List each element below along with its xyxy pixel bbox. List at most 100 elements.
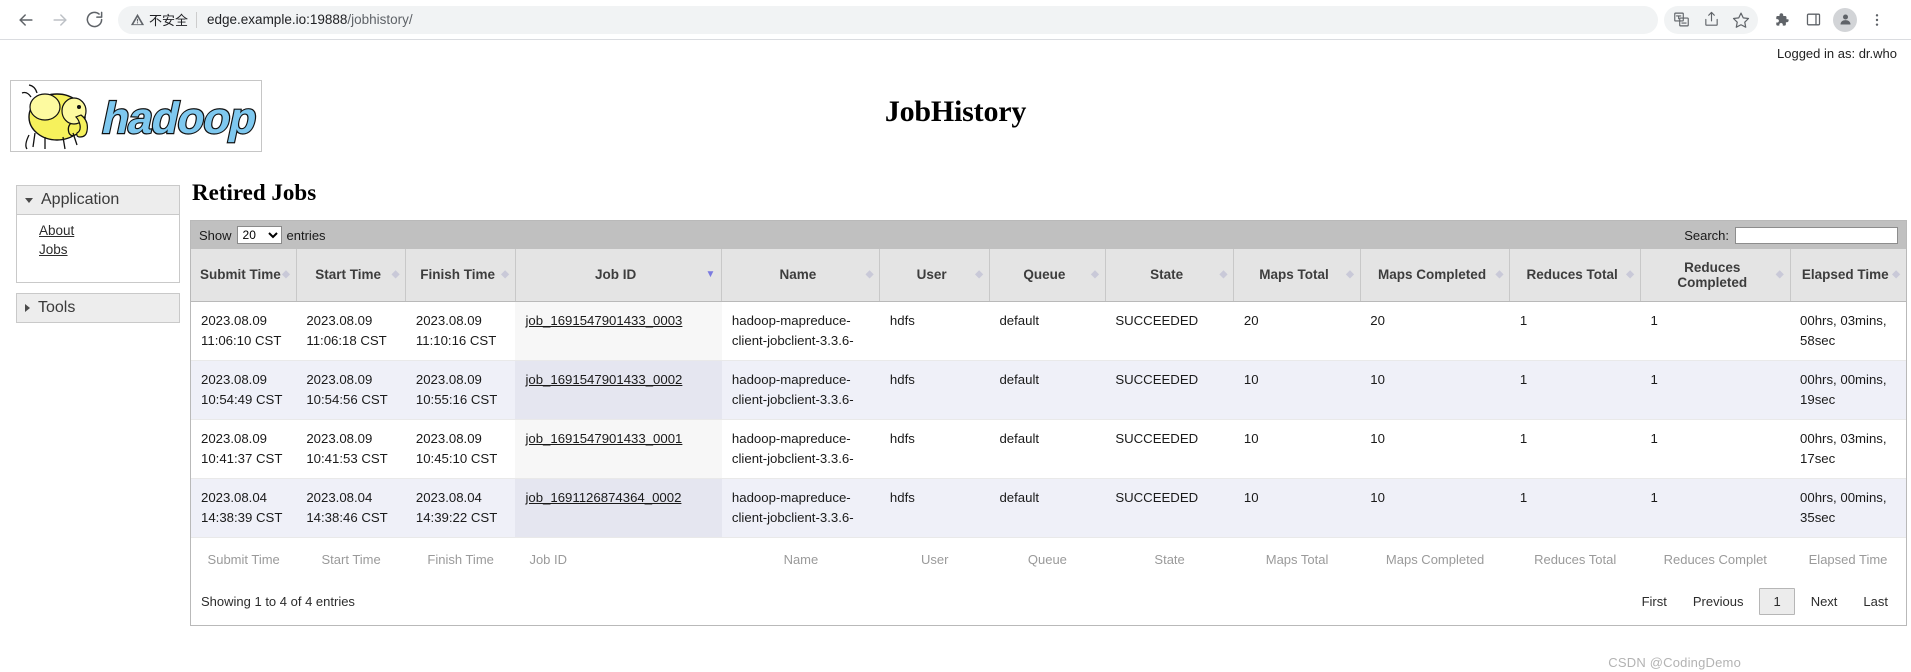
sidebar-item-jobs[interactable]: Jobs: [39, 240, 179, 259]
column-header-name[interactable]: Name ◆: [721, 249, 881, 302]
pagination-next-button[interactable]: Next: [1801, 590, 1848, 613]
column-label: State: [1150, 267, 1184, 283]
page-body: Logged in as: dr.who hadoop JobHistory A…: [0, 40, 1911, 672]
cell-reduces-total: 1: [1509, 301, 1641, 361]
column-footer-queue: Queue: [989, 536, 1106, 586]
translate-icon[interactable]: [1666, 5, 1696, 35]
column-label: Elapsed Time: [1801, 267, 1889, 283]
column-label: Reduces Completed: [1677, 259, 1748, 290]
column-label: Name: [779, 267, 817, 283]
table-row[interactable]: 2023.08.09 10:41:37 CST 2023.08.09 10:41…: [191, 419, 1906, 479]
cell-finish-time: 2023.08.09 11:10:16 CST: [405, 301, 516, 361]
sidebar-group-tools-header[interactable]: Tools: [16, 293, 180, 323]
job-id-link[interactable]: job_1691126874364_0002: [525, 490, 681, 505]
star-icon[interactable]: [1726, 5, 1756, 35]
cell-submit-time: 2023.08.09 10:54:49 CST: [191, 360, 297, 420]
column-footer-user: User: [879, 536, 990, 586]
table-row[interactable]: 2023.08.04 14:38:39 CST 2023.08.04 14:38…: [191, 478, 1906, 538]
cell-start-time: 2023.08.09 11:06:18 CST: [296, 301, 406, 361]
sort-indicator-icon: ◆: [282, 268, 290, 280]
share-icon[interactable]: [1696, 5, 1726, 35]
column-label: Maps Completed: [1378, 267, 1487, 283]
table-row[interactable]: 2023.08.09 10:54:49 CST 2023.08.09 10:54…: [191, 360, 1906, 420]
table-row[interactable]: 2023.08.09 11:06:10 CST 2023.08.09 11:06…: [191, 301, 1906, 361]
column-header-queue[interactable]: Queue ◆: [989, 249, 1106, 302]
cell-maps-total: 20: [1233, 301, 1361, 361]
column-header-elapsed-time[interactable]: Elapsed Time ◆: [1790, 249, 1906, 302]
chevron-right-icon: [25, 304, 30, 312]
column-label: Reduces Total: [1526, 267, 1618, 283]
sidebar-group-application-body: About Jobs: [16, 215, 180, 283]
cell-state: SUCCEEDED: [1105, 419, 1234, 479]
not-secure-label: 不安全: [149, 13, 189, 28]
column-header-user[interactable]: User ◆: [879, 249, 990, 302]
cell-elapsed-time: 00hrs, 03mins, 17sec: [1790, 419, 1906, 479]
cell-finish-time: 2023.08.09 10:45:10 CST: [405, 419, 516, 479]
cell-user: hdfs: [879, 301, 990, 361]
browser-action-icons: [1664, 5, 1892, 35]
entries-label: entries: [286, 227, 326, 243]
sort-indicator-icon: ◆: [865, 268, 874, 280]
datatable-toolbar: Show 20 40 60 80 100 entries Search:: [191, 221, 1906, 249]
avatar: [1833, 7, 1857, 32]
column-header-state[interactable]: State ◆: [1105, 249, 1235, 302]
job-id-link[interactable]: job_1691547901433_0002: [525, 372, 682, 387]
column-header-reduces-total[interactable]: Reduces Total ◆: [1509, 249, 1641, 302]
pagination-page-1-button[interactable]: 1: [1759, 587, 1795, 615]
cell-elapsed-time: 00hrs, 00mins, 35sec: [1790, 478, 1906, 538]
job-id-link[interactable]: job_1691547901433_0001: [525, 431, 682, 446]
cell-name: hadoop-mapreduce-client-jobclient-3.3.6-: [721, 301, 880, 361]
jobs-table-body: 2023.08.09 11:06:10 CST 2023.08.09 11:06…: [191, 301, 1906, 538]
entries-info: Showing 1 to 4 of 4 entries: [201, 593, 355, 609]
column-header-job-id[interactable]: Job ID ▼: [515, 249, 723, 302]
page-length-select[interactable]: 20 40 60 80 100: [236, 226, 282, 244]
column-label: Job ID: [595, 267, 637, 283]
job-id-link[interactable]: job_1691547901433_0003: [525, 313, 682, 328]
column-header-maps-completed[interactable]: Maps Completed ◆: [1360, 249, 1511, 302]
pagination-first-button[interactable]: First: [1632, 590, 1677, 613]
cell-reduces-completed: 1: [1640, 419, 1791, 479]
reload-icon[interactable]: [78, 4, 110, 36]
sidebar-group-application-header[interactable]: Application: [16, 185, 180, 215]
sort-indicator-icon: ◆: [1495, 268, 1504, 280]
column-label: Start Time: [315, 267, 381, 283]
column-header-maps-total[interactable]: Maps Total ◆: [1233, 249, 1361, 302]
cell-job-id: job_1691547901433_0003: [515, 301, 722, 361]
sort-indicator-icon: ◆: [1775, 268, 1784, 280]
cell-state: SUCCEEDED: [1105, 478, 1234, 538]
column-footer-reduces-completed: Reduces Complet: [1640, 536, 1791, 586]
puzzle-icon[interactable]: [1766, 5, 1796, 35]
profile-avatar-icon[interactable]: [1830, 5, 1860, 35]
three-dot-menu-icon[interactable]: [1862, 5, 1892, 35]
pagination: First Previous 1 Next Last: [1632, 587, 1898, 615]
cell-maps-completed: 10: [1360, 360, 1510, 420]
forward-icon[interactable]: [44, 4, 76, 36]
column-header-reduces-completed[interactable]: Reduces Completed ◆: [1640, 249, 1791, 302]
cell-maps-total: 10: [1233, 478, 1361, 538]
address-bar[interactable]: 不安全 edge.example.io:19888/jobhistory/: [118, 5, 1658, 34]
pagination-last-button[interactable]: Last: [1853, 590, 1898, 613]
column-footer-elapsed-time: Elapsed Time: [1790, 536, 1906, 586]
column-label: User: [916, 267, 947, 283]
jobs-datatable: Show 20 40 60 80 100 entries Search:: [190, 220, 1907, 626]
sidepanel-icon[interactable]: [1798, 5, 1828, 35]
column-header-start-time[interactable]: Start Time ◆: [296, 249, 407, 302]
sidebar-group-tools-label: Tools: [38, 299, 76, 316]
pagination-previous-button[interactable]: Previous: [1683, 590, 1754, 613]
sidebar-item-about[interactable]: About: [39, 221, 179, 240]
column-label: Queue: [1023, 267, 1066, 283]
column-header-submit-time[interactable]: Submit Time ◆: [191, 249, 297, 302]
cell-user: hdfs: [879, 419, 990, 479]
cell-elapsed-time: 00hrs, 00mins, 19sec: [1790, 360, 1906, 420]
cell-queue: default: [989, 419, 1106, 479]
sidebar-group-application-label: Application: [41, 191, 120, 208]
cell-reduces-total: 1: [1509, 360, 1641, 420]
cell-maps-completed: 20: [1360, 301, 1510, 361]
not-secure-warning-icon: [130, 12, 145, 27]
cell-start-time: 2023.08.09 10:54:56 CST: [296, 360, 406, 420]
cell-name: hadoop-mapreduce-client-jobclient-3.3.6-: [721, 360, 880, 420]
search-input[interactable]: [1735, 226, 1898, 244]
back-icon[interactable]: [10, 4, 42, 36]
column-header-finish-time[interactable]: Finish Time ◆: [405, 249, 516, 302]
cell-maps-total: 10: [1233, 360, 1361, 420]
